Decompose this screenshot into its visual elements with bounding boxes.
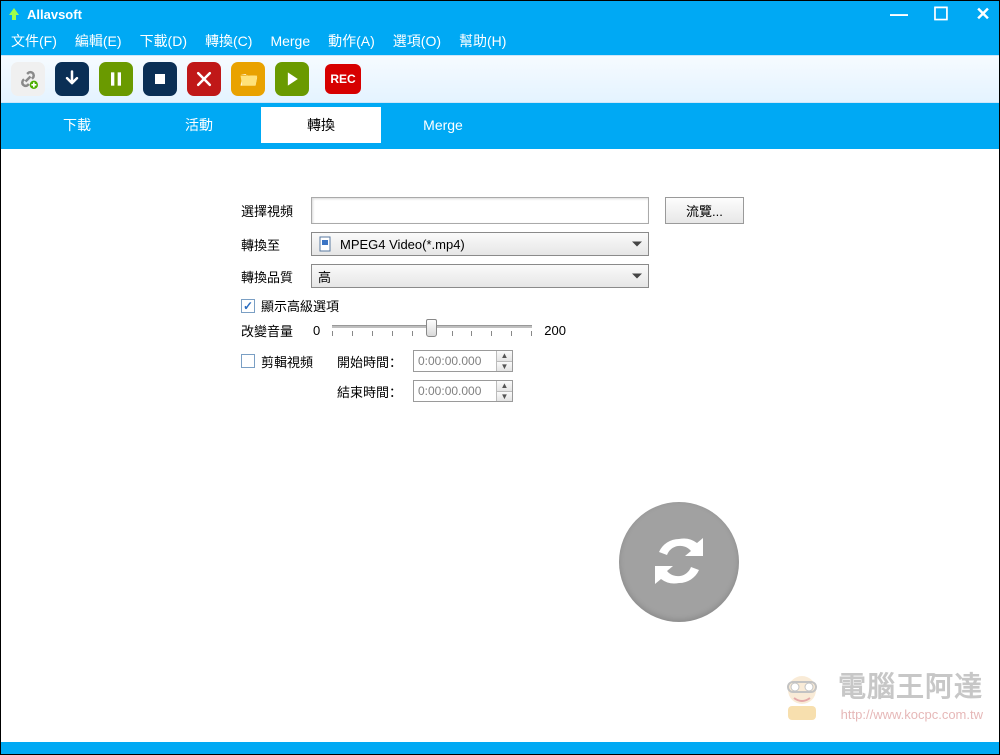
convert-to-label: 轉換至 <box>241 235 311 254</box>
open-folder-button[interactable] <box>231 62 265 96</box>
caret-down-icon <box>632 242 642 247</box>
end-time-input[interactable]: 0:00:00.000 ▲▼ <box>413 380 513 402</box>
spin-up-icon[interactable]: ▲ <box>497 381 512 392</box>
volume-max: 200 <box>544 323 566 338</box>
convert-to-value: MPEG4 Video(*.mp4) <box>340 237 465 252</box>
status-bar <box>1 742 999 754</box>
paste-url-button[interactable] <box>11 62 45 96</box>
volume-label: 改變音量 <box>241 321 301 340</box>
menu-help[interactable]: 幫助(H) <box>459 31 506 51</box>
menu-action[interactable]: 動作(A) <box>328 31 375 51</box>
tab-merge[interactable]: Merge <box>383 107 503 143</box>
play-button[interactable] <box>275 62 309 96</box>
menu-options[interactable]: 選項(O) <box>393 31 441 51</box>
caret-down-icon <box>632 274 642 279</box>
menu-file[interactable]: 文件(F) <box>11 31 57 51</box>
spin-down-icon[interactable]: ▼ <box>497 392 512 402</box>
delete-button[interactable] <box>187 62 221 96</box>
convert-to-combo[interactable]: MPEG4 Video(*.mp4) <box>311 232 649 256</box>
show-advanced-label: 顯示高級選項 <box>261 296 339 315</box>
tab-convert[interactable]: 轉換 <box>261 107 381 143</box>
browse-button[interactable]: 流覽... <box>665 197 744 224</box>
tab-activity[interactable]: 活動 <box>139 107 259 143</box>
quality-value: 高 <box>318 267 331 286</box>
pause-button[interactable] <box>99 62 133 96</box>
start-time-label: 開始時間： <box>337 352 413 371</box>
minimize-button[interactable]: — <box>889 4 909 25</box>
watermark-url: http://www.kocpc.com.tw <box>838 707 983 722</box>
spin-down-icon[interactable]: ▼ <box>497 362 512 372</box>
download-button[interactable] <box>55 62 89 96</box>
select-video-label: 選擇視頻 <box>241 201 311 220</box>
volume-min: 0 <box>313 323 320 338</box>
convert-action-button[interactable] <box>619 502 739 622</box>
app-title: Allavsoft <box>27 7 889 22</box>
end-time-value: 0:00:00.000 <box>414 381 496 401</box>
menu-convert[interactable]: 轉換(C) <box>205 31 252 51</box>
select-video-input[interactable] <box>311 197 649 224</box>
maximize-button[interactable]: ☐ <box>931 4 951 25</box>
watermark-face-icon <box>774 666 830 722</box>
quality-label: 轉換品質 <box>241 267 311 286</box>
quality-combo[interactable]: 高 <box>311 264 649 288</box>
video-file-icon <box>318 236 334 252</box>
content-panel: 選擇視頻 流覽... 轉換至 MPEG4 Video(*.mp4) 轉換品質 高 <box>1 149 999 742</box>
spin-up-icon[interactable]: ▲ <box>497 351 512 362</box>
start-time-value: 0:00:00.000 <box>414 351 496 371</box>
watermark-text: 電腦王阿達 <box>838 671 983 702</box>
app-logo-icon <box>7 7 21 21</box>
start-time-input[interactable]: 0:00:00.000 ▲▼ <box>413 350 513 372</box>
menu-download[interactable]: 下載(D) <box>140 31 187 51</box>
watermark: 電腦王阿達 http://www.kocpc.com.tw <box>774 665 983 722</box>
title-bar: Allavsoft — ☐ ✕ <box>1 1 999 27</box>
tab-row: 下載 活動 轉換 Merge <box>1 103 999 149</box>
close-button[interactable]: ✕ <box>973 4 993 25</box>
trim-video-checkbox[interactable] <box>241 354 255 368</box>
volume-slider[interactable] <box>332 322 532 340</box>
tab-download[interactable]: 下載 <box>17 107 137 143</box>
trim-video-label: 剪輯視頻 <box>261 352 313 371</box>
menu-merge[interactable]: Merge <box>270 33 310 49</box>
slider-thumb[interactable] <box>426 319 437 337</box>
menu-edit[interactable]: 編輯(E) <box>75 31 122 51</box>
refresh-icon <box>649 531 709 594</box>
menu-bar: 文件(F) 編輯(E) 下載(D) 轉換(C) Merge 動作(A) 選項(O… <box>1 27 999 55</box>
record-button[interactable]: REC <box>325 64 361 94</box>
record-label: REC <box>330 72 355 86</box>
toolbar: REC <box>1 55 999 103</box>
stop-button[interactable] <box>143 62 177 96</box>
show-advanced-checkbox[interactable] <box>241 299 255 313</box>
end-time-label: 結束時間： <box>337 382 413 401</box>
